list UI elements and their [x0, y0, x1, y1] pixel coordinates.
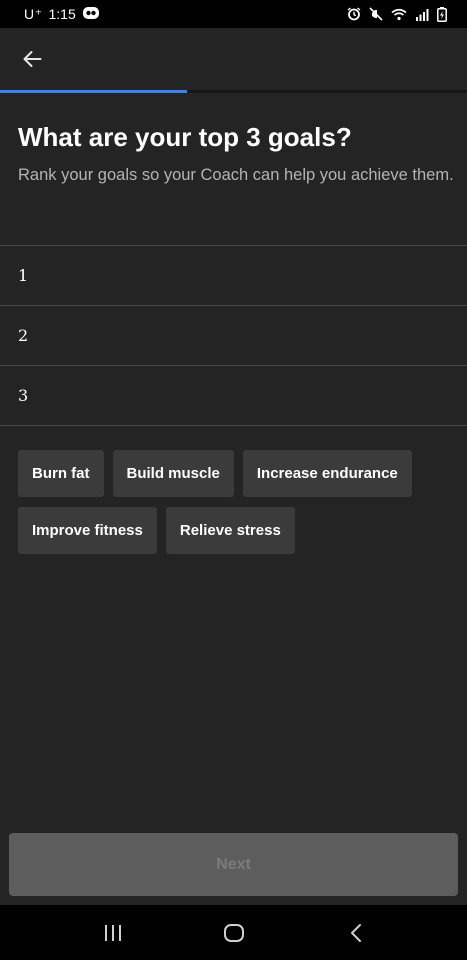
goal-chip-improve-fitness[interactable]: Improve fitness	[18, 507, 157, 554]
page-subtitle: Rank your goals so your Coach can help y…	[18, 166, 454, 184]
progress-bar	[0, 90, 467, 93]
wifi-icon	[391, 8, 407, 21]
goal-options-row: Burn fat Build muscle Increase endurance	[18, 450, 458, 497]
screen: U⁺ 1:15 What are your top 3 goals? Rank …	[0, 0, 467, 960]
goal-options-row: Improve fitness Relieve stress	[18, 507, 458, 554]
signal-icon	[415, 8, 429, 21]
next-button[interactable]: Next	[9, 833, 458, 896]
page-title: What are your top 3 goals?	[18, 122, 352, 152]
status-right	[347, 6, 447, 22]
home-icon	[224, 924, 244, 942]
rank-number: 3	[18, 386, 29, 405]
back-button[interactable]	[14, 43, 50, 75]
rank-number: 1	[18, 266, 29, 285]
system-nav-bar	[0, 905, 467, 960]
status-left: U⁺ 1:15	[24, 5, 100, 24]
progress-fill	[0, 90, 187, 93]
goal-chip-relieve-stress[interactable]: Relieve stress	[165, 507, 295, 554]
rank-number: 2	[18, 326, 29, 345]
alarm-icon	[347, 7, 361, 21]
rank-slot-2[interactable]: 2	[0, 305, 467, 365]
mute-icon	[369, 7, 383, 21]
rank-slot-1[interactable]: 1	[0, 245, 467, 305]
app-bar	[0, 28, 467, 90]
rank-list: 1 2 3	[0, 245, 467, 426]
battery-icon	[437, 6, 447, 22]
goal-chip-burn-fat[interactable]: Burn fat	[18, 450, 104, 497]
recent-apps-icon	[105, 925, 121, 941]
rank-slot-3[interactable]: 3	[0, 365, 467, 426]
status-bar: U⁺ 1:15	[0, 0, 467, 28]
clock: 1:15	[48, 6, 76, 22]
app-notification-icon	[82, 5, 100, 24]
carrier-label: U⁺	[24, 5, 43, 22]
goal-options: Burn fat Build muscle Increase endurance…	[18, 450, 458, 564]
recent-apps-button[interactable]	[93, 919, 133, 947]
arrow-left-icon	[23, 51, 42, 67]
goal-chip-increase-endurance[interactable]: Increase endurance	[242, 450, 412, 497]
back-icon	[351, 924, 361, 942]
home-button[interactable]	[214, 919, 254, 947]
goal-chip-build-muscle[interactable]: Build muscle	[112, 450, 234, 497]
system-back-button[interactable]	[336, 919, 376, 947]
